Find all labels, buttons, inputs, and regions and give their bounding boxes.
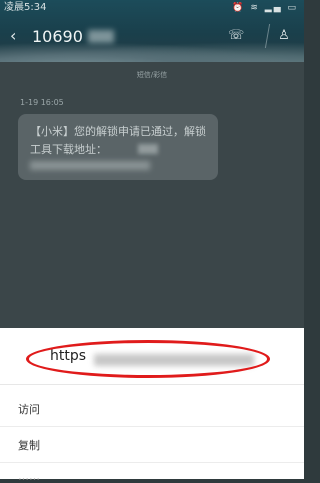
message-redacted-link <box>30 161 150 170</box>
visit-link-option[interactable]: 访问 <box>0 390 304 427</box>
status-icons: ⏰ ≋ ▂▄ ▭ <box>232 3 298 13</box>
message-redacted-part1 <box>138 144 158 154</box>
link-url-row: https <box>0 328 304 385</box>
visit-link-label: 访问 <box>18 403 40 416</box>
sms-notice: 短信/彩信 <box>136 71 168 79</box>
call-icon[interactable]: ☏ <box>228 28 244 44</box>
message-bubble[interactable]: 【小米】您的解锁申请已通过，解锁 工具下载地址： <box>18 114 218 180</box>
copy-link-label: 复制 <box>18 439 40 452</box>
more-option-label: …… <box>18 470 40 483</box>
sender-number-redacted <box>88 30 114 43</box>
red-highlight-oval <box>26 340 270 378</box>
contact-icon[interactable]: ♙ <box>276 28 292 44</box>
message-text-line2: 工具下载地址： <box>30 143 107 156</box>
message-timestamp: 1-19 16:05 <box>20 98 64 107</box>
copy-link-option[interactable]: 复制 <box>0 426 304 463</box>
link-action-sheet: https 访问 复制 …… <box>0 328 304 483</box>
sms-screen: ‹ 10690 ☏ ♙ 凌晨5:34 ⏰ ≋ ▂▄ ▭ 短信/彩信 1-19 1… <box>0 0 304 483</box>
sender-number: 10690 <box>32 27 83 46</box>
status-time: 凌晨5:34 <box>4 2 47 13</box>
status-bar: 凌晨5:34 ⏰ ≋ ▂▄ ▭ <box>0 0 304 16</box>
message-list: 短信/彩信 1-19 16:05 【小米】您的解锁申请已通过，解锁 工具下载地址… <box>0 62 304 328</box>
more-option[interactable]: …… <box>0 464 304 483</box>
back-icon[interactable]: ‹ <box>10 28 26 44</box>
message-text-line1: 【小米】您的解锁申请已通过，解锁 <box>30 125 206 138</box>
